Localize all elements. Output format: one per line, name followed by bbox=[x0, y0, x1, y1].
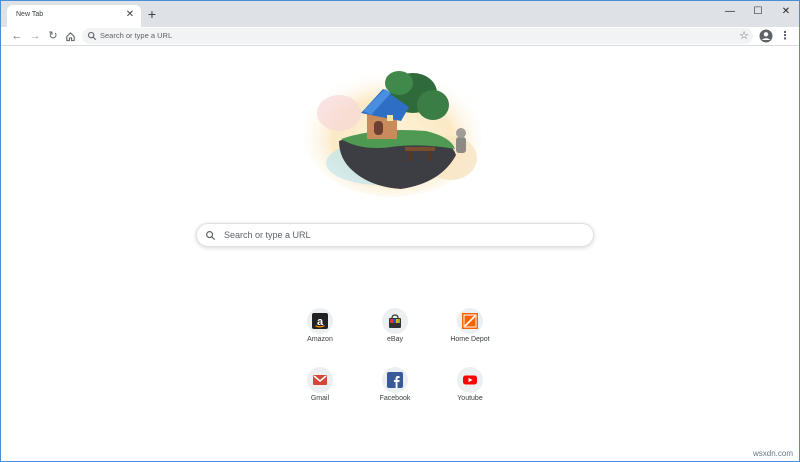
shortcut-label: Home Depot bbox=[450, 336, 490, 343]
watermark: wsxdn.com bbox=[752, 449, 793, 458]
profile-icon[interactable] bbox=[759, 29, 773, 43]
ebay-icon bbox=[382, 308, 408, 334]
shortcut-amazon[interactable]: a Amazon bbox=[280, 308, 360, 358]
minimize-button[interactable]: — bbox=[716, 3, 744, 21]
shortcut-label: Facebook bbox=[379, 395, 411, 402]
shortcut-home-depot[interactable]: Home Depot bbox=[430, 308, 510, 358]
search-box[interactable]: Search or type a URL bbox=[196, 223, 594, 247]
youtube-icon bbox=[457, 367, 483, 393]
home-button[interactable] bbox=[62, 28, 78, 44]
search-icon bbox=[206, 231, 216, 241]
search-placeholder: Search or type a URL bbox=[224, 230, 311, 240]
shortcut-label: Gmail bbox=[310, 395, 330, 402]
doodle-illustration[interactable] bbox=[301, 63, 486, 198]
shortcut-label: eBay bbox=[387, 336, 403, 343]
shortcut-label: Youtube bbox=[457, 395, 483, 402]
toolbar: ← → ↻ Search or type a URL ☆ ⋮ bbox=[1, 27, 799, 46]
browser-window: New Tab ✕ + — ☐ ✕ ← → ↻ Search or type a… bbox=[0, 0, 800, 462]
address-bar[interactable]: Search or type a URL bbox=[82, 28, 753, 44]
facebook-icon bbox=[382, 367, 408, 393]
shortcut-facebook[interactable]: Facebook bbox=[355, 367, 435, 417]
address-bar-placeholder: Search or type a URL bbox=[100, 31, 173, 40]
reload-button[interactable]: ↻ bbox=[45, 28, 61, 44]
tab-new-tab[interactable]: New Tab ✕ bbox=[7, 5, 141, 27]
bookmark-star-icon[interactable]: ☆ bbox=[737, 28, 751, 44]
home-depot-icon bbox=[457, 308, 483, 334]
maximize-button[interactable]: ☐ bbox=[744, 3, 772, 21]
gmail-icon bbox=[307, 367, 333, 393]
tab-title: New Tab bbox=[16, 11, 44, 18]
back-button[interactable]: ← bbox=[9, 28, 25, 44]
search-icon bbox=[87, 31, 97, 41]
tab-close-icon[interactable]: ✕ bbox=[124, 9, 136, 21]
shortcut-youtube[interactable]: Youtube bbox=[430, 367, 510, 417]
close-window-button[interactable]: ✕ bbox=[772, 3, 799, 21]
forward-button[interactable]: → bbox=[27, 28, 43, 44]
shortcut-label: Amazon bbox=[307, 336, 333, 343]
shortcut-gmail[interactable]: Gmail bbox=[280, 367, 360, 417]
shortcut-ebay[interactable]: eBay bbox=[355, 308, 435, 358]
amazon-icon: a bbox=[307, 308, 333, 334]
new-tab-button[interactable]: + bbox=[144, 6, 160, 22]
menu-icon[interactable]: ⋮ bbox=[779, 28, 791, 44]
tab-strip: New Tab ✕ + — ☐ ✕ bbox=[1, 1, 799, 27]
home-icon bbox=[65, 32, 75, 42]
